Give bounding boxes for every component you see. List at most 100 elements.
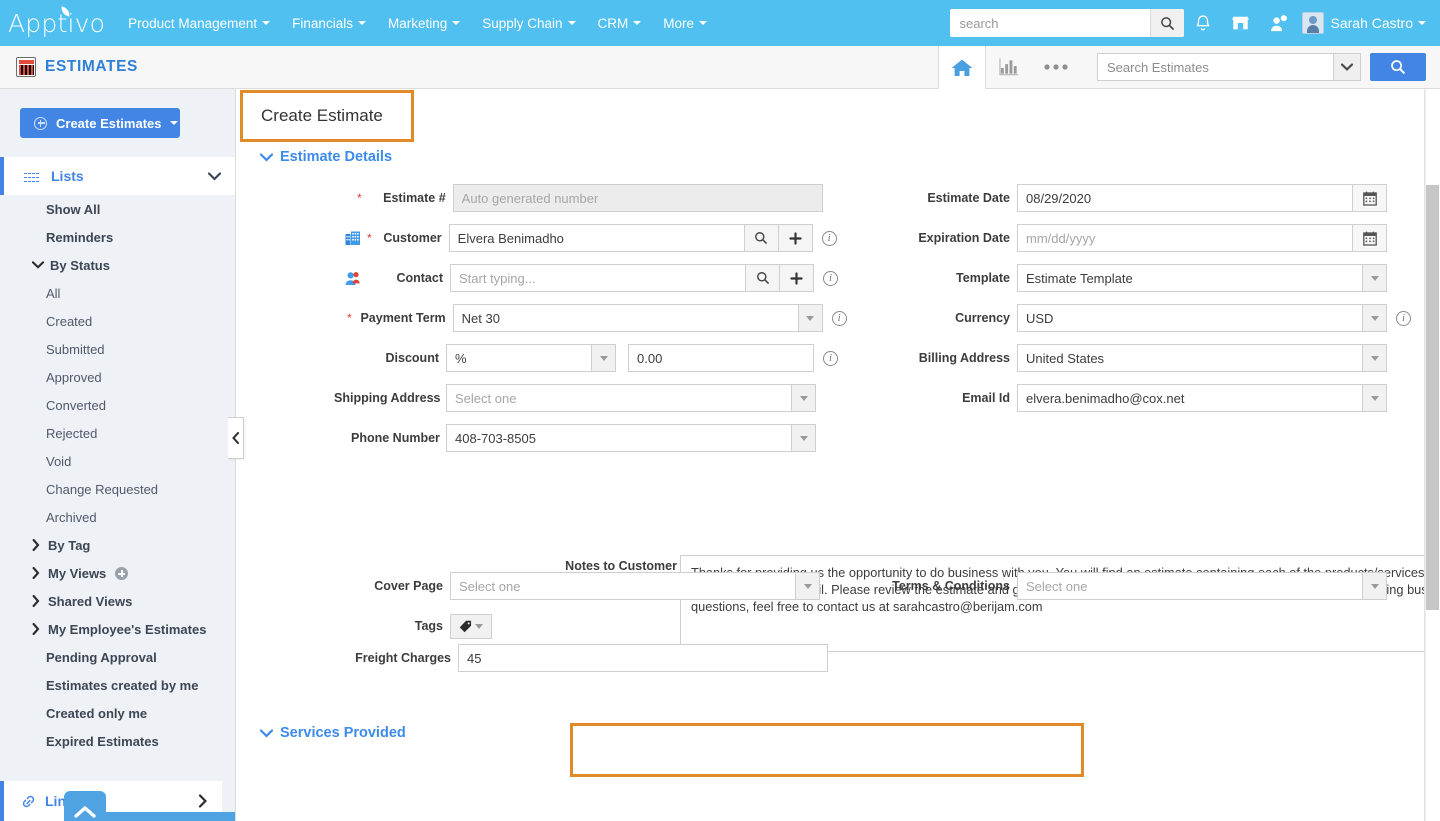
section-services-provided[interactable]: Services Provided	[260, 725, 406, 741]
sidebar-item-show-all[interactable]: Show All	[0, 195, 235, 223]
module-search-input[interactable]	[1097, 53, 1333, 81]
sidebar-item-label: Submitted	[46, 341, 105, 357]
field-label: Currency	[955, 311, 1010, 325]
reports-button[interactable]	[985, 45, 1032, 89]
expiration-date-calendar-button[interactable]	[1353, 224, 1387, 252]
nav-marketing[interactable]: Marketing	[377, 0, 471, 46]
sidebar-item-submitted[interactable]: Submitted	[0, 335, 235, 363]
global-search[interactable]	[949, 9, 1184, 37]
customer-search-button[interactable]	[744, 224, 779, 252]
sidebar-item-my-views[interactable]: My Views	[0, 559, 235, 587]
customer-input[interactable]	[448, 224, 745, 252]
shipping-address-dropdown[interactable]	[792, 384, 816, 412]
section-estimate-details[interactable]: Estimate Details	[260, 149, 392, 165]
sidebar-item-converted[interactable]: Converted	[0, 391, 235, 419]
nav-financials[interactable]: Financials	[281, 0, 377, 46]
sidebar-item-change-requested[interactable]: Change Requested	[0, 475, 235, 503]
email-id-input[interactable]	[1017, 384, 1363, 412]
nav-supply-chain[interactable]: Supply Chain	[471, 0, 586, 46]
estimate-date-input[interactable]	[1017, 184, 1353, 212]
add-view-icon[interactable]	[115, 566, 129, 580]
contact-add-button[interactable]	[780, 264, 814, 292]
add-user-button[interactable]	[1260, 0, 1298, 46]
sidebar-item-pending-approval[interactable]: Pending Approval	[0, 643, 235, 671]
payment-term-dropdown[interactable]	[798, 304, 823, 332]
sidebar-item-label: Void	[46, 453, 72, 469]
customer-info-icon[interactable]: i	[821, 230, 837, 246]
marketplace-button[interactable]	[1222, 0, 1260, 46]
app-header: ESTIMATES	[0, 45, 1440, 89]
tags-button[interactable]	[450, 613, 492, 639]
template-dropdown[interactable]	[1363, 264, 1387, 292]
page-scrollbar-thumb[interactable]	[1426, 185, 1439, 610]
sidebar-item-by-tag[interactable]: By Tag	[0, 531, 235, 559]
cover-page-input[interactable]	[450, 572, 796, 600]
sidebar-item-expired-estimates[interactable]: Expired Estimates	[0, 727, 235, 755]
sidebar-item-by-status[interactable]: By Status	[0, 251, 235, 279]
discount-type-input[interactable]	[446, 344, 592, 372]
chevron-down-icon	[1418, 21, 1426, 25]
discount-amount-input[interactable]	[628, 344, 814, 372]
module-search[interactable]	[1097, 53, 1361, 81]
more-options-button[interactable]	[1032, 46, 1079, 89]
nav-more[interactable]: More	[652, 0, 718, 46]
email-id-dropdown[interactable]	[1363, 384, 1387, 412]
customer-add-button[interactable]	[778, 224, 813, 252]
sidebar-item-estimates-created-by-me[interactable]: Estimates created by me	[0, 671, 235, 699]
section-label: Estimate Details	[280, 149, 393, 165]
nav-crm[interactable]: CRM	[587, 0, 653, 46]
notifications-button[interactable]	[1184, 0, 1222, 46]
contact-search-button[interactable]	[746, 264, 780, 292]
field-tags: Tags	[397, 612, 492, 640]
caret-down-icon	[599, 355, 608, 361]
create-estimates-button[interactable]: Create Estimates	[20, 108, 180, 138]
sidebar-item-created-only-me[interactable]: Created only me	[0, 699, 235, 727]
phone-number-dropdown[interactable]	[792, 424, 816, 452]
module-search-dropdown[interactable]	[1333, 53, 1361, 81]
terms-conditions-input[interactable]	[1017, 572, 1363, 600]
sidebar-item-archived[interactable]: Archived	[0, 503, 235, 531]
sidebar-item-rejected[interactable]: Rejected	[0, 419, 235, 447]
nav-label: Financials	[292, 15, 353, 31]
sidebar-item-reminders[interactable]: Reminders	[0, 223, 235, 251]
notes-to-customer-textarea[interactable]	[680, 555, 1440, 652]
currency-info-icon[interactable]: i	[1396, 310, 1411, 326]
page-scrollbar-track[interactable]	[1425, 89, 1440, 821]
currency-dropdown[interactable]	[1363, 304, 1387, 332]
terms-conditions-dropdown[interactable]	[1363, 572, 1387, 600]
payment-term-input[interactable]	[452, 304, 799, 332]
nav-product-management[interactable]: Product Management	[117, 0, 281, 46]
discount-type-dropdown[interactable]	[592, 344, 616, 372]
sidebar-item-approved[interactable]: Approved	[0, 363, 235, 391]
currency-input[interactable]	[1017, 304, 1363, 332]
home-button[interactable]	[938, 45, 985, 89]
sidebar-item-created[interactable]: Created	[0, 307, 235, 335]
billing-address-input[interactable]	[1017, 344, 1363, 372]
payment-term-info-icon[interactable]: i	[831, 310, 847, 326]
estimate-date-calendar-button[interactable]	[1353, 184, 1387, 212]
sidebar-item-void[interactable]: Void	[0, 447, 235, 475]
cover-page-dropdown[interactable]	[796, 572, 820, 600]
contact-input[interactable]	[450, 264, 746, 292]
global-search-input[interactable]	[949, 9, 1150, 37]
sidebar-item-my-employee-s-estimates[interactable]: My Employee's Estimates	[0, 615, 235, 643]
sidebar-item-all[interactable]: All	[0, 279, 235, 307]
sidebar-collapse-handle[interactable]	[228, 417, 244, 459]
template-input[interactable]	[1017, 264, 1363, 292]
sidebar-lists-header[interactable]: Lists	[0, 157, 235, 195]
phone-number-input[interactable]	[446, 424, 792, 452]
billing-address-dropdown[interactable]	[1363, 344, 1387, 372]
user-menu[interactable]: Sarah Castro	[1301, 12, 1426, 34]
caret-down-icon	[1370, 395, 1379, 401]
scroll-to-top-button[interactable]	[64, 791, 106, 821]
chevron-right-icon	[198, 794, 207, 808]
freight-charges-input[interactable]	[458, 644, 828, 672]
contact-info-icon[interactable]: i	[823, 270, 838, 286]
sidebar-item-shared-views[interactable]: Shared Views	[0, 587, 235, 615]
discount-info-icon[interactable]: i	[823, 350, 838, 366]
apptivo-logo[interactable]: Apptivo	[8, 5, 105, 36]
module-search-button[interactable]	[1370, 53, 1426, 81]
expiration-date-input[interactable]	[1017, 224, 1353, 252]
global-search-button[interactable]	[1149, 9, 1184, 37]
shipping-address-input[interactable]	[446, 384, 792, 412]
